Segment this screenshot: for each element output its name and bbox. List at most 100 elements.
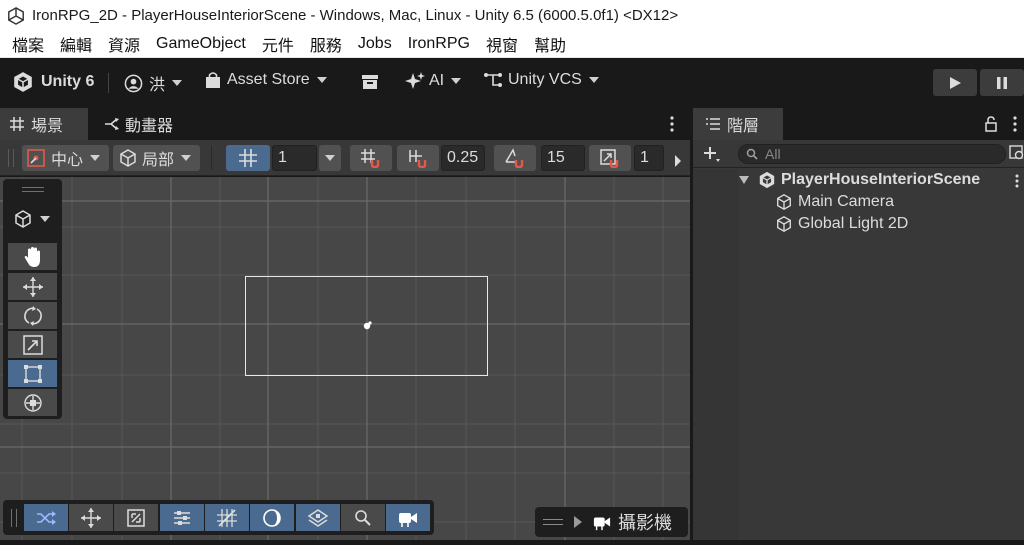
scene-toolbar: 中心 局部 1 0.25 15 1	[0, 140, 690, 176]
rect-tool-button[interactable]	[8, 360, 57, 387]
lock-icon[interactable]	[984, 116, 998, 136]
vcs-button[interactable]: Unity VCS	[483, 71, 599, 89]
gizmos-toggle-button[interactable]	[114, 504, 158, 531]
scale-snap-field[interactable]: 1	[634, 145, 664, 171]
move-arrows-icon	[22, 276, 43, 297]
hierarchy-item-main-camera[interactable]: Main Camera	[775, 191, 894, 213]
ai-label: AI	[429, 72, 445, 89]
transform-tool-button[interactable]	[8, 389, 57, 416]
unity-logo-icon	[8, 6, 24, 25]
chevron-down-icon	[316, 77, 327, 83]
pause-button[interactable]	[980, 69, 1024, 96]
tool-context-dropdown[interactable]	[13, 209, 50, 229]
asset-store-label: Asset Store	[227, 71, 310, 88]
tab-scene-label: 場景	[31, 118, 64, 135]
lighting-toggle-button[interactable]	[250, 504, 294, 531]
shuffle-toggle-button[interactable]	[24, 504, 68, 531]
toolbar-overflow-icon[interactable]	[674, 152, 682, 171]
account-button[interactable]: 洪	[124, 71, 183, 95]
unity-menu-button[interactable]: Unity 6	[12, 71, 94, 93]
plus-dropdown-icon	[704, 147, 720, 162]
bottom-strip	[0, 540, 1024, 545]
moon-icon	[263, 508, 281, 527]
menu-component[interactable]: 元件	[254, 32, 302, 56]
tab-scene[interactable]: 場景	[0, 108, 88, 140]
light-gizmo-icon[interactable]	[361, 320, 373, 332]
title-bar: IronRPG_2D - PlayerHouseInteriorScene - …	[0, 0, 1024, 31]
play-icon	[950, 76, 961, 89]
version-control-icon	[484, 73, 502, 87]
asset-store-button[interactable]: Asset Store	[205, 71, 327, 89]
tab-animator[interactable]: 動畫器	[104, 108, 194, 140]
menu-ironrpg[interactable]: IronRPG	[400, 35, 478, 53]
move-tool-button[interactable]	[8, 273, 57, 300]
window-title: IronRPG_2D - PlayerHouseInteriorScene - …	[32, 7, 679, 24]
search-toggle-button[interactable]	[341, 504, 385, 531]
gameobject-cube-icon	[777, 194, 791, 210]
hierarchy-tab-bar: 階層	[693, 108, 1024, 140]
grid-icon	[239, 149, 257, 167]
drag-handle-icon[interactable]	[22, 187, 44, 192]
chevron-down-icon	[40, 216, 50, 222]
grid-snap-button[interactable]	[350, 145, 392, 171]
scene-visibility-icon[interactable]	[1009, 145, 1024, 165]
foldout-arrow-icon[interactable]	[739, 175, 749, 185]
tab-animator-label: 動畫器	[125, 118, 174, 135]
draw-mode-button[interactable]	[160, 504, 204, 531]
pause-icon	[997, 76, 1007, 89]
tab-hierarchy[interactable]: 階層	[693, 108, 783, 140]
menu-file[interactable]: 檔案	[4, 32, 52, 56]
menu-assets[interactable]: 資源	[100, 32, 148, 56]
menu-bar: 檔案 編輯 資源 GameObject 元件 服務 Jobs IronRPG 視…	[0, 31, 1024, 58]
camera-toggle-button[interactable]	[386, 504, 430, 531]
ai-button[interactable]: AI	[405, 71, 462, 91]
rotation-snap-button[interactable]	[494, 145, 536, 171]
grid-size-field[interactable]: 1	[272, 145, 317, 171]
grid-axis-dropdown[interactable]	[319, 145, 341, 171]
camera-overlay[interactable]: 攝影機	[535, 507, 688, 537]
camera-overlay-label: 攝影機	[618, 513, 672, 533]
expand-arrow-icon[interactable]	[573, 516, 583, 528]
scene-viewport[interactable]	[0, 177, 690, 540]
hierarchy-panel: All PlayerHouseInteriorScene Main Camera	[693, 140, 1024, 540]
menu-help[interactable]: 幫助	[526, 32, 574, 56]
more-options-icon[interactable]	[1015, 173, 1019, 192]
drag-handle-icon[interactable]	[11, 509, 17, 527]
move-gizmo-button[interactable]	[69, 504, 113, 531]
hierarchy-item-global-light-2d[interactable]: Global Light 2D	[775, 213, 908, 235]
scene-root-row[interactable]: PlayerHouseInteriorScene	[739, 169, 980, 191]
drag-handle-icon[interactable]	[543, 519, 563, 525]
menu-gameobject[interactable]: GameObject	[148, 35, 254, 53]
increment-snap-field[interactable]: 0.25	[441, 145, 485, 171]
menu-services[interactable]: 服務	[302, 32, 350, 56]
layers-toggle-button[interactable]	[296, 504, 340, 531]
add-object-button[interactable]	[702, 145, 722, 165]
menu-jobs[interactable]: Jobs	[350, 35, 400, 53]
menu-window[interactable]: 視窗	[478, 32, 526, 56]
pivot-mode-dropdown[interactable]: 中心	[22, 145, 109, 171]
more-options-icon[interactable]	[670, 116, 674, 132]
archive-icon	[362, 75, 378, 89]
scene-name: PlayerHouseInteriorScene	[781, 171, 981, 188]
more-options-icon[interactable]	[1013, 116, 1017, 136]
search-icon	[746, 148, 758, 160]
play-button[interactable]	[933, 69, 977, 96]
scale-tool-button[interactable]	[8, 331, 57, 358]
scene-tab-bar: 場景 動畫器	[0, 108, 690, 140]
pivot-rotation-dropdown[interactable]: 局部	[113, 145, 200, 171]
video-camera-icon	[399, 512, 417, 527]
hand-tool-button[interactable]	[8, 243, 57, 270]
sparkle-icon	[405, 72, 425, 89]
menu-edit[interactable]: 編輯	[52, 32, 100, 56]
hierarchy-search-input[interactable]: All	[738, 144, 1006, 164]
package-manager-button[interactable]	[360, 73, 380, 95]
rotation-snap-field[interactable]: 15	[541, 145, 585, 171]
overlay-toolbar	[3, 500, 434, 535]
tab-hierarchy-label: 階層	[727, 118, 760, 135]
grid-visibility-button[interactable]	[205, 504, 249, 531]
grid-toggle-button[interactable]	[226, 145, 270, 171]
drag-handle-icon[interactable]	[8, 149, 14, 167]
rotate-tool-button[interactable]	[8, 302, 57, 329]
increment-snap-button[interactable]	[397, 145, 439, 171]
scale-snap-button[interactable]	[589, 145, 631, 171]
